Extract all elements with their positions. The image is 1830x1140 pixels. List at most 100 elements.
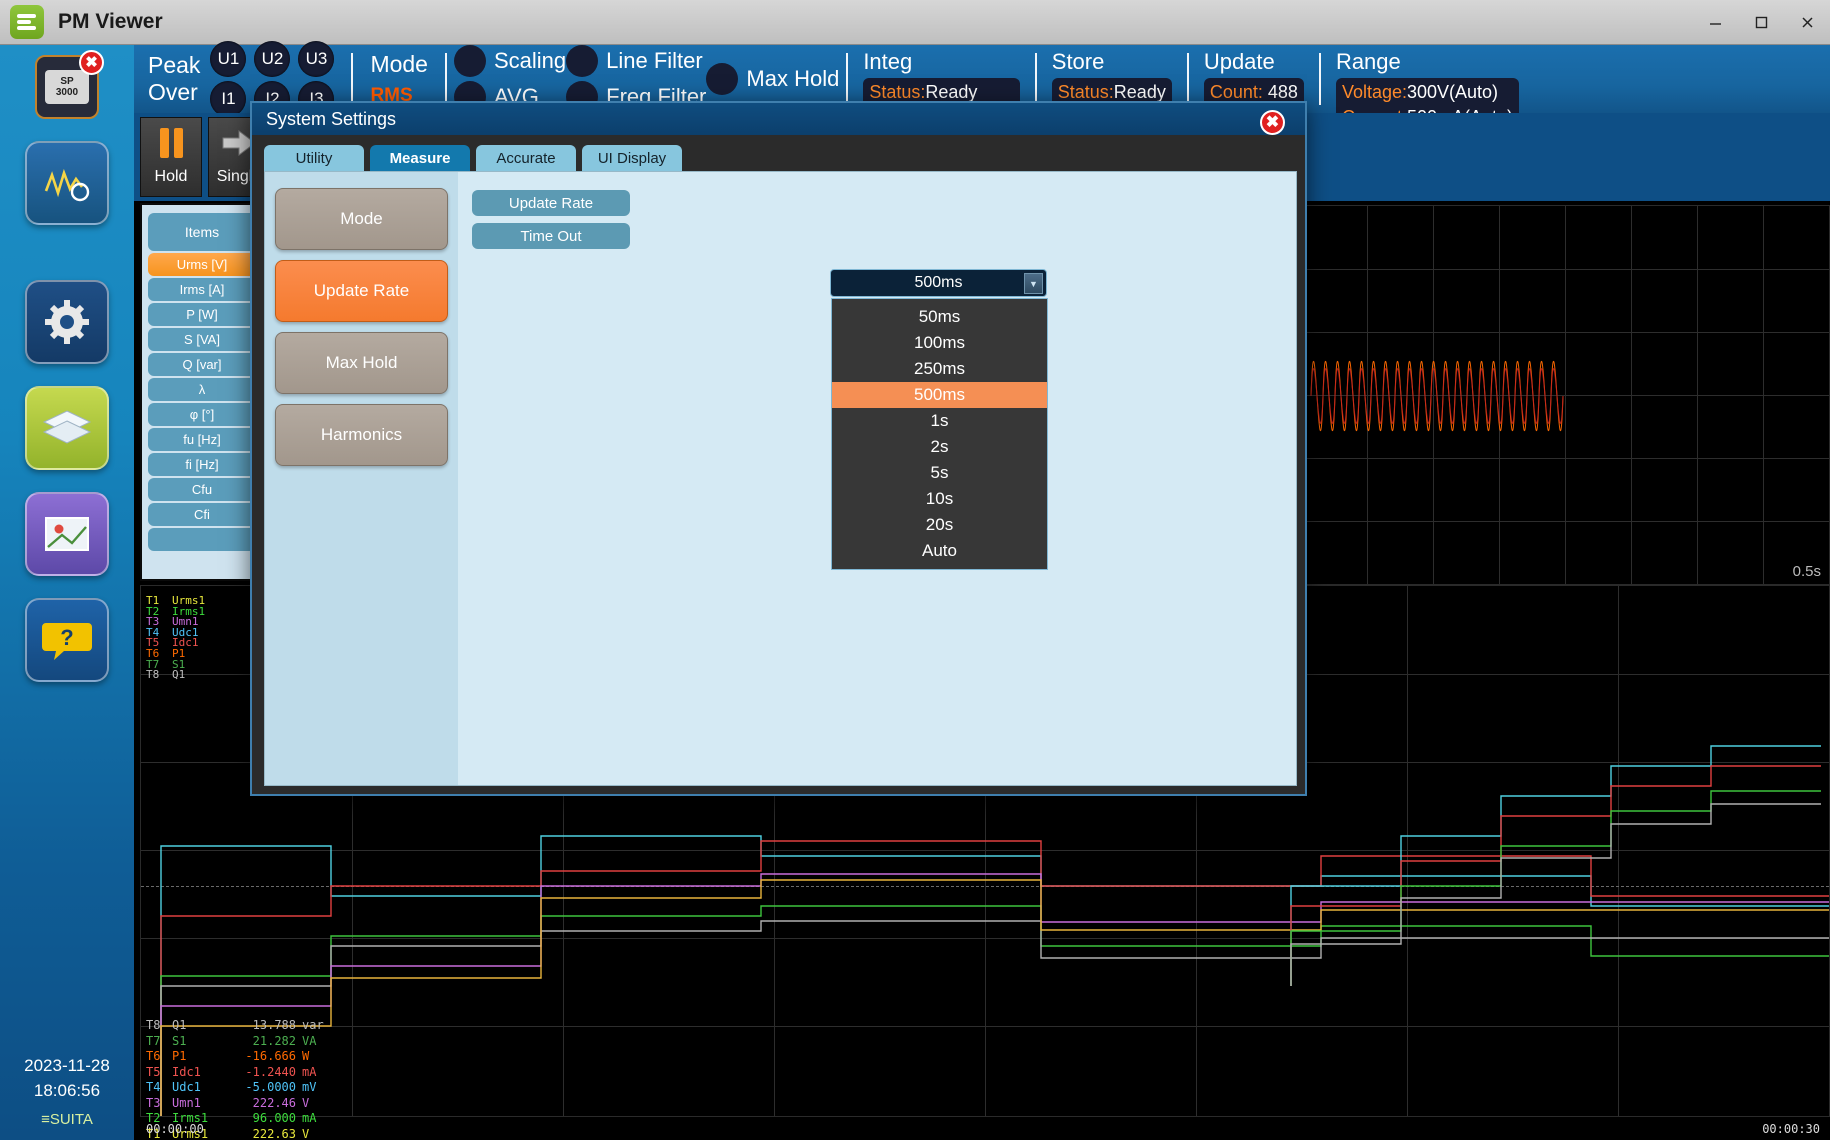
update-rate-combo: 500ms ▼ 50ms100ms250ms500ms1s2s5s10s20sA… xyxy=(830,269,1047,570)
toggle-scaling[interactable]: Scaling xyxy=(454,45,566,77)
toggle-indicator-icon xyxy=(706,63,738,95)
elapsed-time: 00:00:00 xyxy=(146,1122,204,1136)
readout-name: Idc1 xyxy=(172,1065,234,1081)
row-value: Ready xyxy=(1114,82,1166,102)
system-settings-dialog: System Settings ✖ Utility Measure Accura… xyxy=(250,101,1307,796)
combo-item[interactable]: 500ms xyxy=(832,382,1047,408)
readout-channel: T8 xyxy=(146,1018,172,1034)
toggle-max-hold[interactable]: Max Hold xyxy=(706,63,839,95)
row-key: Status: xyxy=(869,82,925,102)
item-button[interactable]: Cfu xyxy=(148,478,256,501)
combo-item[interactable]: Auto xyxy=(832,538,1047,564)
item-button[interactable]: fi [Hz] xyxy=(148,453,256,476)
panel-title: Store xyxy=(1052,49,1172,75)
close-icon[interactable] xyxy=(1784,0,1830,45)
readout-unit: mA xyxy=(296,1111,316,1127)
waveform-icon xyxy=(42,163,92,203)
channel-u2[interactable]: U2 xyxy=(254,41,290,77)
hold-button[interactable]: Hold xyxy=(140,117,202,197)
dialog-content-pane: Update Rate Time Out 500ms ▼ 50ms100ms25… xyxy=(458,172,1296,785)
rail-brand: ≡SUITA xyxy=(24,1107,110,1132)
readout-value: 21.282 xyxy=(234,1034,296,1050)
readout-row: T3Umn1222.46V xyxy=(146,1096,324,1112)
tab-accurate[interactable]: Accurate xyxy=(476,145,576,171)
app-logo-icon xyxy=(10,5,44,39)
divider xyxy=(1187,53,1189,105)
item-button[interactable]: Irms [A] xyxy=(148,278,256,301)
dialog-close-icon[interactable]: ✖ xyxy=(1260,110,1285,135)
item-button[interactable]: Q [var] xyxy=(148,353,256,376)
row-key: Count: xyxy=(1210,82,1263,102)
rail-button-layers[interactable] xyxy=(25,386,109,470)
minimize-icon[interactable] xyxy=(1692,0,1738,45)
readout-unit: VA xyxy=(296,1034,316,1050)
item-button[interactable]: fu [Hz] xyxy=(148,428,256,451)
image-icon xyxy=(42,513,92,555)
dialog-category-list: Mode Update Rate Max Hold Harmonics xyxy=(265,172,458,785)
gear-icon xyxy=(41,296,93,348)
readout-name: Udc1 xyxy=(172,1080,234,1096)
combo-dropdown-list: 50ms100ms250ms500ms1s2s5s10s20sAuto xyxy=(831,298,1048,570)
item-button[interactable]: Cfi xyxy=(148,503,256,526)
category-update-rate[interactable]: Update Rate xyxy=(275,260,448,322)
category-max-hold[interactable]: Max Hold xyxy=(275,332,448,394)
readout-unit: mA xyxy=(296,1065,316,1081)
readout-unit: V xyxy=(296,1096,309,1112)
combo-item[interactable]: 1s xyxy=(832,408,1047,434)
channel-i1[interactable]: I1 xyxy=(210,81,246,117)
row-value: 488 xyxy=(1268,82,1298,102)
combo-item[interactable]: 5s xyxy=(832,460,1047,486)
item-button[interactable]: λ xyxy=(148,378,256,401)
rail-button-waveform[interactable] xyxy=(25,141,109,225)
items-panel: Items Urms [V]Irms [A]P [W]S [VA]Q [var]… xyxy=(140,203,264,581)
dialog-title: System Settings xyxy=(252,103,1305,135)
channel-u3[interactable]: U3 xyxy=(298,41,334,77)
device-status-icon[interactable]: SP 3000 ✖ xyxy=(35,55,99,119)
tab-ui-display[interactable]: UI Display xyxy=(582,145,682,171)
item-button[interactable] xyxy=(148,528,256,551)
combo-item[interactable]: 2s xyxy=(832,434,1047,460)
waveform-trace xyxy=(1301,206,1830,585)
channel-u1[interactable]: U1 xyxy=(210,41,246,77)
divider xyxy=(445,53,447,105)
rail-button-settings[interactable] xyxy=(25,280,109,364)
category-harmonics[interactable]: Harmonics xyxy=(275,404,448,466)
maximize-icon[interactable] xyxy=(1738,0,1784,45)
device-line1: SP xyxy=(60,76,73,87)
readout-value: 96.000 xyxy=(234,1111,296,1127)
status-panel-range: Range Voltage:300V(Auto) Current:500mA(A… xyxy=(1328,45,1527,113)
readout-row: T5Idc1-1.2440mA xyxy=(146,1065,324,1081)
tab-utility[interactable]: Utility xyxy=(264,145,364,171)
readout-value: -1.2440 xyxy=(234,1065,296,1081)
row-key: Voltage: xyxy=(1342,82,1407,102)
item-button[interactable]: S [VA] xyxy=(148,328,256,351)
rail-button-graph[interactable] xyxy=(25,492,109,576)
item-button[interactable]: Urms [V] xyxy=(148,253,256,276)
item-button[interactable]: P [W] xyxy=(148,303,256,326)
toggle-line-filter[interactable]: Line Filter xyxy=(566,45,706,77)
combo-item[interactable]: 10s xyxy=(832,486,1047,512)
toggle-label: Max Hold xyxy=(746,66,839,92)
combo-item[interactable]: 50ms xyxy=(832,304,1047,330)
readout-value: 13.788 xyxy=(234,1018,296,1034)
app-root: PM Viewer SP 3000 ✖ xyxy=(0,0,1830,1140)
option-time-out[interactable]: Time Out xyxy=(472,223,630,249)
question-icon: ? xyxy=(40,617,94,663)
readout-name: Q1 xyxy=(172,1018,234,1034)
item-button[interactable]: φ [°] xyxy=(148,403,256,426)
dialog-body: Mode Update Rate Max Hold Harmonics Upda… xyxy=(264,171,1297,786)
category-mode[interactable]: Mode xyxy=(275,188,448,250)
combo-item[interactable]: 20s xyxy=(832,512,1047,538)
readout-name: P1 xyxy=(172,1049,234,1065)
readout-channel: T6 xyxy=(146,1049,172,1065)
combo-selected-value[interactable]: 500ms ▼ xyxy=(830,269,1047,297)
combo-item[interactable]: 100ms xyxy=(832,330,1047,356)
tab-measure[interactable]: Measure xyxy=(370,145,470,171)
option-update-rate[interactable]: Update Rate xyxy=(472,190,630,216)
rail-button-help[interactable]: ? xyxy=(25,598,109,682)
window-title: PM Viewer xyxy=(58,10,163,34)
chevron-down-icon[interactable]: ▼ xyxy=(1024,273,1043,294)
svg-text:?: ? xyxy=(60,625,73,650)
combo-item[interactable]: 250ms xyxy=(832,356,1047,382)
panel-title: Range xyxy=(1336,49,1519,75)
